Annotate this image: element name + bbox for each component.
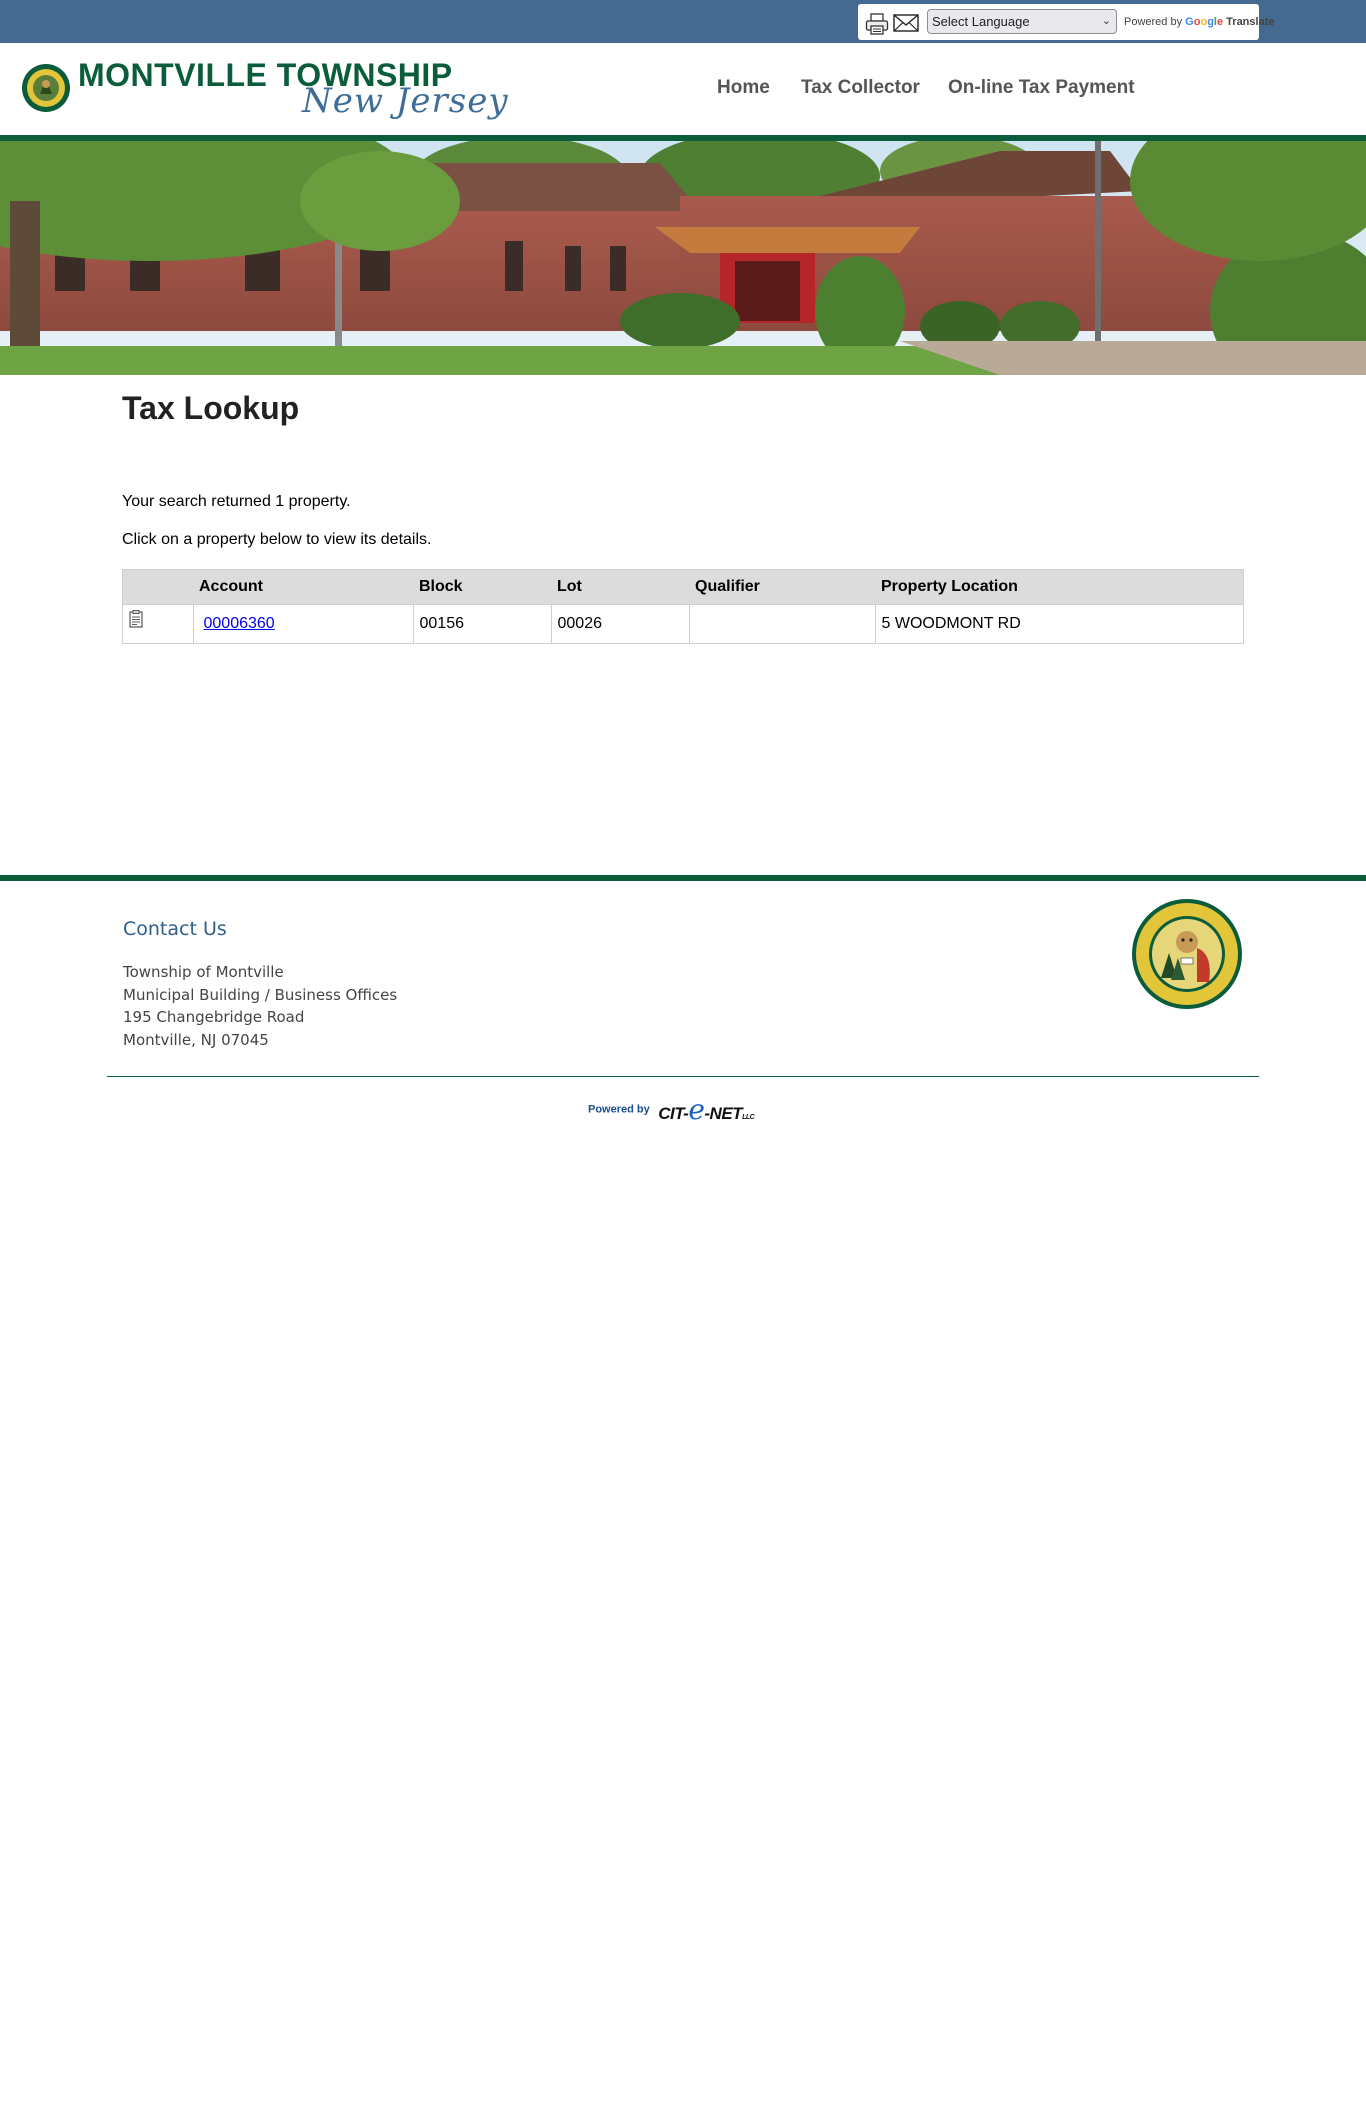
google-logo[interactable]: Google: [1185, 16, 1223, 28]
result-count-message: Your search returned 1 property.: [122, 493, 351, 510]
footer-rule: [107, 1076, 1259, 1077]
google-translate-credit: Powered by Google Translate: [1124, 16, 1274, 28]
results-table: Account Block Lot Qualifier Property Loc…: [122, 569, 1244, 644]
print-icon[interactable]: [865, 13, 889, 40]
account-link[interactable]: 00006360: [200, 615, 275, 632]
citenet-suffix: -NET: [704, 1104, 743, 1123]
column-header-lot: Lot: [551, 569, 689, 605]
row-icon-cell: [122, 604, 194, 644]
township-seal-icon[interactable]: [21, 63, 71, 118]
property-details-icon[interactable]: [129, 609, 187, 633]
property-location-cell: 5 WOODMONT RD: [874, 604, 1244, 644]
citenet-llc: LLC: [742, 1114, 755, 1121]
site-logo-subtitle: New Jersey: [302, 81, 509, 121]
site-header: MONTVILLE TOWNSHIP New Jersey Home Tax C…: [0, 43, 1366, 135]
chevron-down-icon: ⌄: [1101, 15, 1111, 27]
citenet-prefix: CIT-: [658, 1104, 689, 1123]
nav-tax-collector[interactable]: Tax Collector: [801, 77, 920, 99]
block-cell: 00156: [412, 604, 552, 644]
address-line-3: 195 Changebridge Road: [123, 1008, 305, 1026]
address-line-1: Township of Montville: [123, 963, 284, 981]
translate-link[interactable]: Translate: [1226, 16, 1274, 28]
powered-by-citenet[interactable]: Powered by CIT-e-NETLLC: [588, 1093, 755, 1126]
language-select-value: Select Language: [932, 14, 1030, 29]
township-seal-large-icon: [1131, 898, 1243, 1015]
table-row[interactable]: 00006360 00156 00026 5 WOODMONT RD: [122, 604, 1244, 644]
powered-by-label: Powered by: [1124, 16, 1183, 28]
citenet-logo: CIT-e-NETLLC: [658, 1093, 755, 1126]
lot-cell: 00026: [550, 604, 690, 644]
column-header-qualifier: Qualifier: [689, 569, 875, 605]
top-utility-bar: Select Language ⌄ Powered by Google Tran…: [0, 0, 1366, 43]
powered-by-text: Powered by: [588, 1103, 650, 1116]
nav-home[interactable]: Home: [717, 77, 770, 99]
address-line-4: Montville, NJ 07045: [123, 1030, 269, 1049]
qualifier-cell: [688, 604, 876, 644]
column-header-icon: [122, 569, 193, 605]
column-header-account: Account: [193, 569, 413, 605]
language-select[interactable]: Select Language ⌄: [927, 9, 1117, 34]
address-line-2: Municipal Building / Business Offices: [123, 985, 398, 1004]
page-title: Tax Lookup: [122, 390, 300, 426]
email-icon[interactable]: [893, 14, 919, 37]
account-cell: 00006360: [192, 604, 414, 644]
municipal-building-banner: [0, 141, 1366, 375]
contact-address: Township of Montville Municipal Building…: [123, 961, 397, 1051]
utility-tools: Select Language ⌄ Powered by Google Tran…: [858, 4, 1274, 40]
citenet-e: e: [688, 1093, 705, 1126]
footer-divider: [0, 875, 1366, 881]
contact-us-heading: Contact Us: [123, 918, 227, 940]
nav-online-tax-payment[interactable]: On-line Tax Payment: [948, 77, 1135, 99]
column-header-property-location: Property Location: [875, 569, 1244, 605]
column-header-block: Block: [413, 569, 551, 605]
table-header-row: Account Block Lot Qualifier Property Loc…: [122, 569, 1244, 605]
instruction-message: Click on a property below to view its de…: [122, 531, 432, 548]
